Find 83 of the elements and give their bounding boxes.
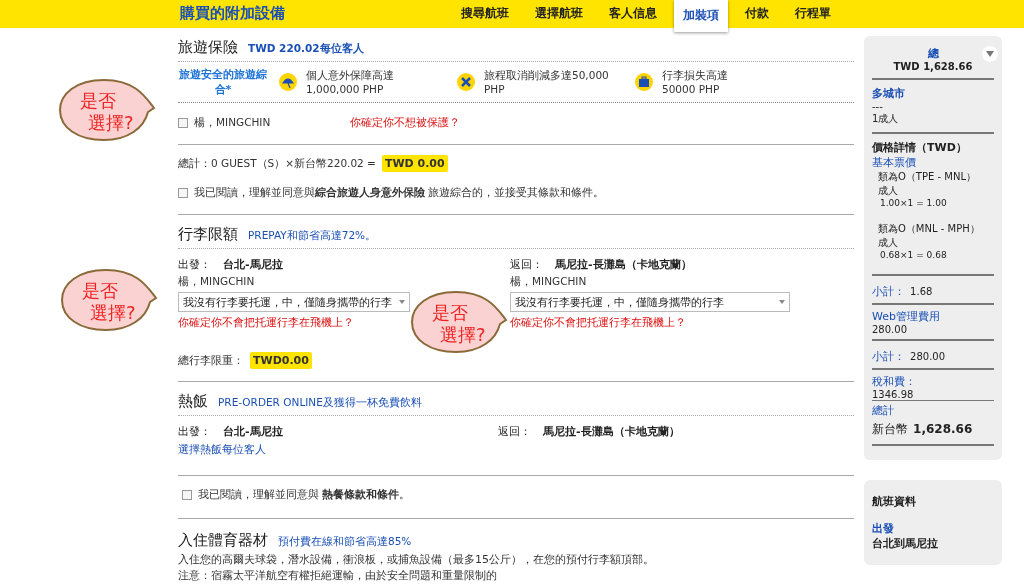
total-label: 總計：0 GUEST（S）×新台幣220.02 = <box>178 156 376 171</box>
direction-label: 出發： <box>178 424 211 439</box>
flight-info-title: 航班資料 <box>872 494 917 509</box>
promo-text: 預付費在線和節省高達85% <box>278 535 412 549</box>
price-text: TWD 220.02每位客人 <box>248 42 364 56</box>
baggage-select[interactable]: 我沒有行李要托運，中，僅隨身攜帶的行李 <box>510 292 790 312</box>
dashes-text: --- <box>872 101 884 112</box>
subtotal-value: 1.68 <box>910 286 933 297</box>
total-amount: TWD0.00 <box>250 352 312 369</box>
fare-route: 類為O（MNL - MPH） <box>877 222 981 236</box>
benefit-text: 行李損失高達 50000 PHP <box>662 68 728 96</box>
benefit-text: 個人意外保障高達 1,000,000 PHP <box>306 68 394 96</box>
caret-icon <box>779 300 785 304</box>
info-text: 入住您的高爾夫球袋，潛水設備，衝浪板，或捕魚設備（最多15公斤），在您的預付行李額頂部。 <box>178 552 655 568</box>
total-label: 總行李限重： <box>178 353 244 368</box>
terms-text: 我已閱讀，理解並同意與 熱餐條款和條件。 <box>198 488 411 502</box>
grand-total-value: 1,628.66 <box>913 422 973 436</box>
warning-text: 你確定你不想被保護？ <box>350 115 460 130</box>
step-tab[interactable]: 選擇航班 <box>526 0 592 26</box>
umbrella-icon <box>278 72 298 92</box>
checkbox[interactable] <box>182 490 192 500</box>
step-tab[interactable]: 行程單 <box>786 0 840 26</box>
step-tab[interactable]: 客人信息 <box>600 0 666 26</box>
fare-passenger: 成人 <box>877 184 899 198</box>
fare-route: 類為O（TPE - MNL） <box>877 170 977 184</box>
baggage-select[interactable]: 我沒有行李要托運，中，僅隨身攜帶的行李 <box>178 292 410 312</box>
passenger-count: 1成人 <box>872 112 900 126</box>
total-amount: TWD 1,628.66 <box>893 61 973 72</box>
page-title: 購買的附加設備 <box>180 3 286 24</box>
route-text: 台北-馬尼拉 <box>223 424 283 439</box>
total-label: 總 <box>927 46 939 61</box>
benefit-text: 旅程取消削減多達50,000 PHP <box>484 68 609 96</box>
warning-text: 你確定你不會把托運行李在飛機上？ <box>178 315 355 330</box>
route-text: 馬尼拉-長灘島（卡地克蘭） <box>555 257 692 272</box>
direction-label: 出發： <box>178 257 211 272</box>
checkbox[interactable] <box>178 188 188 198</box>
fare-passenger: 成人 <box>877 236 899 250</box>
promo-text: PREPAY和節省高達72%。 <box>248 229 377 243</box>
warning-text: 你確定你不會把托運行李在飛機上？ <box>510 315 687 330</box>
subtotal-value: 280.00 <box>910 351 946 362</box>
direction-label: 返回： <box>510 257 543 272</box>
cross-icon <box>456 72 476 92</box>
passenger-name: 楊，MINGCHIN <box>510 275 588 289</box>
direction-label: 返回： <box>498 424 531 439</box>
annotation-text: 是否 選擇? <box>82 280 136 324</box>
fare-calculation: 1.00×1 = 1.00 <box>879 198 948 208</box>
terms-text: 我已閱讀，理解並同意與綜合旅遊人身意外保險 旅遊綜合的，並接受其條款和條件。 <box>194 186 605 200</box>
fare-calculation: 0.68×1 = 0.68 <box>879 250 948 260</box>
section-title: 旅遊保險 <box>178 38 238 57</box>
route-text: 馬尼拉-長灘島（卡地克蘭） <box>543 424 680 439</box>
step-tab[interactable]: 付款 <box>736 0 778 26</box>
route-text: 台北-馬尼拉 <box>223 257 283 272</box>
price-title: 價格詳情（TWD） <box>872 140 968 155</box>
tax-label: 稅和費： <box>872 374 917 389</box>
info-text: 注意：宿霧太平洋航空有權拒絕運輸，由於安全問題和重量限制的 <box>178 568 498 584</box>
step-tab[interactable]: 加裝項 <box>674 0 728 32</box>
annotation-text: 是否 選擇? <box>432 302 486 346</box>
fee-value: 280.00 <box>872 324 908 335</box>
meal-link[interactable]: 選擇熱飯每位客人 <box>178 442 498 457</box>
suitcase-icon <box>634 72 654 92</box>
fee-label: Web管理費用 <box>872 309 941 324</box>
caret-icon <box>399 300 405 304</box>
passenger-name: 楊，MINGCHIN <box>194 115 272 130</box>
promo-text: PRE-ORDER ONLINE及獲得一杯免費飲料 <box>218 396 422 410</box>
currency-label: 新台幣 <box>872 422 908 436</box>
total-amount: TWD 0.00 <box>381 155 448 172</box>
route-text: 台北到馬尼拉 <box>872 536 939 551</box>
section-title: 入住體育器材 <box>178 531 268 550</box>
depart-label: 出發 <box>872 521 895 536</box>
section-title: 熱飯 <box>178 392 208 411</box>
passenger-name: 楊，MINGCHIN <box>178 275 256 289</box>
subtotal-label: 小計： <box>872 285 905 298</box>
step-tab[interactable]: 搜尋航班 <box>452 0 518 26</box>
section-title: 行李限額 <box>178 225 238 244</box>
dropdown-icon[interactable] <box>982 46 998 62</box>
trip-type: 多城市 <box>872 86 906 101</box>
annotation-text: 是否 選擇? <box>80 90 134 134</box>
subtotal-label: 小計： <box>872 350 905 363</box>
tax-value: 1346.98 <box>872 389 915 400</box>
plan-name[interactable]: 旅遊安全的旅遊綜合* <box>178 67 268 97</box>
fare-label: 基本票價 <box>872 155 917 170</box>
checkbox[interactable] <box>178 117 188 128</box>
grand-total-label: 總計 <box>872 403 895 418</box>
